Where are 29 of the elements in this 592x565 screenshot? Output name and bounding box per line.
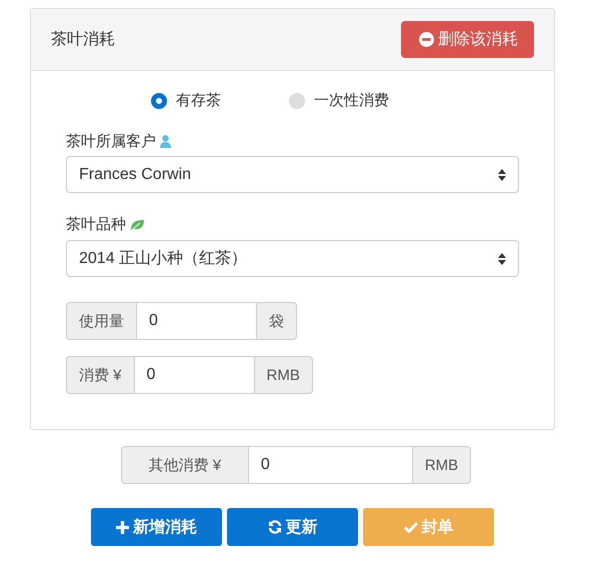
- sort-icon: [498, 168, 506, 180]
- minus-circle-icon: [419, 32, 434, 47]
- unit-suffix: 袋: [257, 302, 297, 340]
- radio-button[interactable]: [151, 92, 167, 108]
- refresh-icon: [268, 520, 282, 534]
- customer-select[interactable]: Frances Corwin: [66, 156, 519, 193]
- check-icon: [404, 521, 418, 533]
- field-prefix: 消费 ¥: [66, 356, 134, 394]
- field-label: 茶叶所属客户: [66, 132, 156, 151]
- unit-suffix: RMB: [412, 446, 472, 484]
- update-button[interactable]: 更新: [227, 508, 358, 546]
- leaf-icon: [130, 218, 145, 230]
- unit-suffix: RMB: [254, 356, 313, 394]
- number-field[interactable]: 0: [136, 302, 257, 340]
- field-prefix: 其他消费 ¥: [120, 446, 248, 484]
- sort-icon: [498, 252, 506, 264]
- variety-select[interactable]: 2014 正山小种（红茶）: [66, 240, 519, 277]
- delete-button[interactable]: 删除该消耗: [401, 21, 534, 58]
- add-button[interactable]: 新增消耗: [91, 508, 222, 546]
- number-field[interactable]: 0: [134, 356, 255, 394]
- plus-icon: [116, 520, 129, 534]
- radio-button[interactable]: [289, 92, 305, 108]
- field-prefix: 使用量: [66, 302, 136, 340]
- user-icon: [160, 135, 171, 148]
- radio-label[interactable]: 有存茶: [176, 91, 221, 110]
- panel-title: 茶叶消耗: [51, 30, 115, 50]
- number-field[interactable]: 0: [248, 446, 413, 484]
- radio-label[interactable]: 一次性消费: [314, 91, 389, 110]
- field-label: 茶叶品种: [66, 215, 126, 234]
